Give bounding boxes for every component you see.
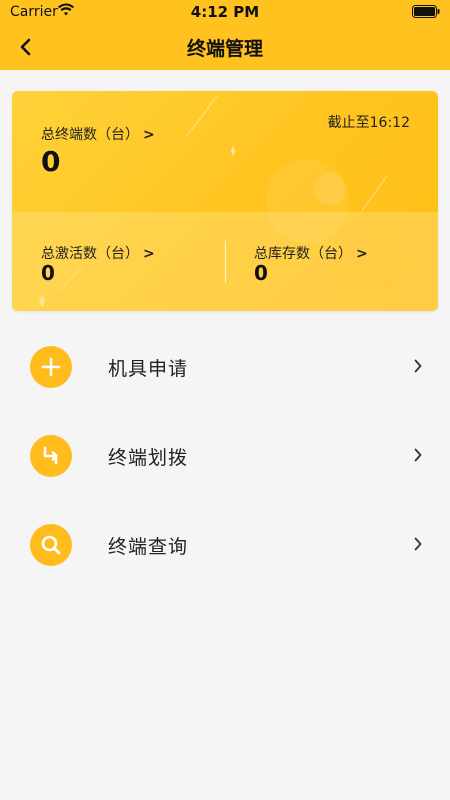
chevron-right-icon: > — [356, 246, 368, 262]
total-terminals-link[interactable]: 总终端数（台） > — [41, 124, 155, 144]
chevron-right-icon: > — [143, 246, 155, 262]
menu-item-label: 机具申请 — [108, 358, 189, 380]
total-terminals-value: 0 — [41, 145, 61, 178]
status-time: 4:12 PM — [190, 3, 260, 21]
nav-bar: 终端管理 — [0, 24, 450, 70]
as-of-time: 截止至16:12 — [327, 115, 410, 131]
total-terminals-label: 总终端数（台） — [41, 127, 139, 143]
chevron-right-icon — [414, 359, 422, 373]
activated-link[interactable]: 总激活数（台） > — [41, 243, 155, 263]
menu-item-device-apply[interactable]: 机具申请 — [0, 332, 450, 402]
stat-divider — [225, 241, 226, 283]
header: Carrier 4:12 PM 终端管理 — [0, 0, 450, 70]
chevron-right-icon — [414, 537, 422, 551]
status-bar: Carrier 4:12 PM — [0, 0, 450, 24]
inventory-value: 0 — [254, 261, 268, 285]
inventory-link[interactable]: 总库存数（台） > — [254, 243, 368, 263]
chevron-right-icon: > — [143, 127, 155, 143]
activated-label: 总激活数（台） — [41, 246, 139, 262]
inventory-label: 总库存数（台） — [254, 246, 352, 262]
menu-item-label: 终端查询 — [108, 536, 189, 558]
menu-item-terminal-query[interactable]: 终端查询 — [0, 510, 450, 580]
chevron-right-icon — [414, 448, 422, 462]
activated-value: 0 — [41, 261, 55, 285]
battery-icon — [412, 5, 440, 18]
search-icon — [30, 524, 72, 566]
plus-icon — [30, 346, 72, 388]
transfer-icon — [30, 435, 72, 477]
menu-item-label: 终端划拨 — [108, 447, 189, 469]
menu-item-terminal-transfer[interactable]: 终端划拨 — [0, 421, 450, 491]
page-title: 终端管理 — [186, 38, 263, 60]
summary-card: 总终端数（台） > 0 截止至16:12 总激活数（台） > 0 总库存数（台） > … — [12, 91, 438, 311]
